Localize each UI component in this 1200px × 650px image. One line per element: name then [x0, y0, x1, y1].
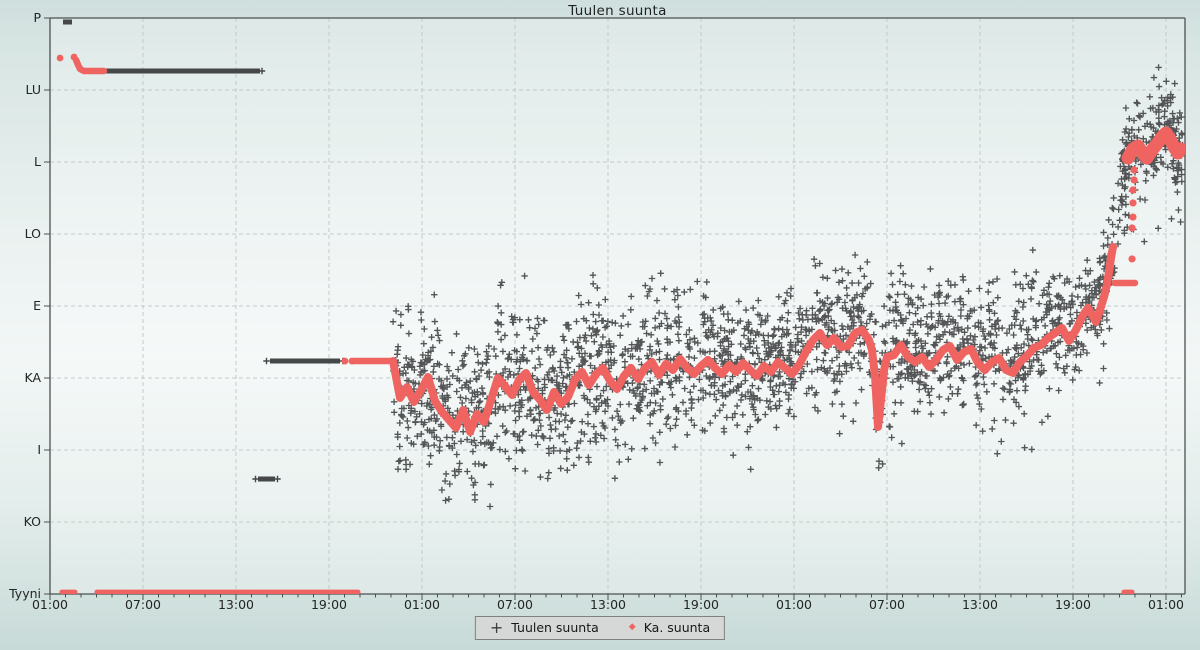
x-tick-label: 19:00 — [1055, 597, 1091, 612]
x-tick-label: 07:00 — [497, 597, 533, 612]
legend-item-wind-direction: + Tuulen suunta — [490, 620, 599, 635]
y-tick-label: L — [34, 154, 41, 169]
x-tick-label: 07:00 — [125, 597, 161, 612]
y-tick-label: KA — [24, 370, 41, 385]
legend-label-avg-direction: Ka. suunta — [644, 620, 710, 635]
x-tick-label: 01:00 — [776, 597, 812, 612]
x-tick-label: 07:00 — [869, 597, 905, 612]
y-tick-label: LU — [26, 82, 42, 97]
diamond-marker-icon: ◆ — [629, 623, 636, 632]
y-tick-label: E — [33, 298, 41, 313]
y-tick-label: KO — [24, 514, 42, 529]
chart-legend: + Tuulen suunta ◆ Ka. suunta — [475, 616, 725, 640]
x-tick-label: 01:00 — [1148, 597, 1184, 612]
plus-marker-icon: + — [490, 623, 503, 633]
y-tick-label: P — [33, 10, 41, 25]
y-tick-label: Tyyni — [8, 586, 41, 601]
x-tick-label: 13:00 — [590, 597, 626, 612]
wind-direction-chart: 01:00 07:00 13:00 19:00 01:00 07:00 13:00 19:00… — [0, 0, 1200, 650]
legend-item-avg-direction: ◆ Ka. suunta — [629, 620, 710, 635]
y-tick-label: I — [37, 442, 41, 457]
x-tick-label: 01:00 — [404, 597, 440, 612]
legend-label-wind-direction: Tuulen suunta — [511, 620, 598, 635]
x-tick-label: 13:00 — [962, 597, 998, 612]
x-tick-label: 19:00 — [311, 597, 347, 612]
y-tick-label: LO — [25, 226, 42, 241]
x-tick-label: 13:00 — [218, 597, 254, 612]
wind-direction-page: Tuulen suunta 01:0007:0013:0019:0001:000… — [0, 0, 1200, 650]
x-tick-label: 19:00 — [683, 597, 719, 612]
